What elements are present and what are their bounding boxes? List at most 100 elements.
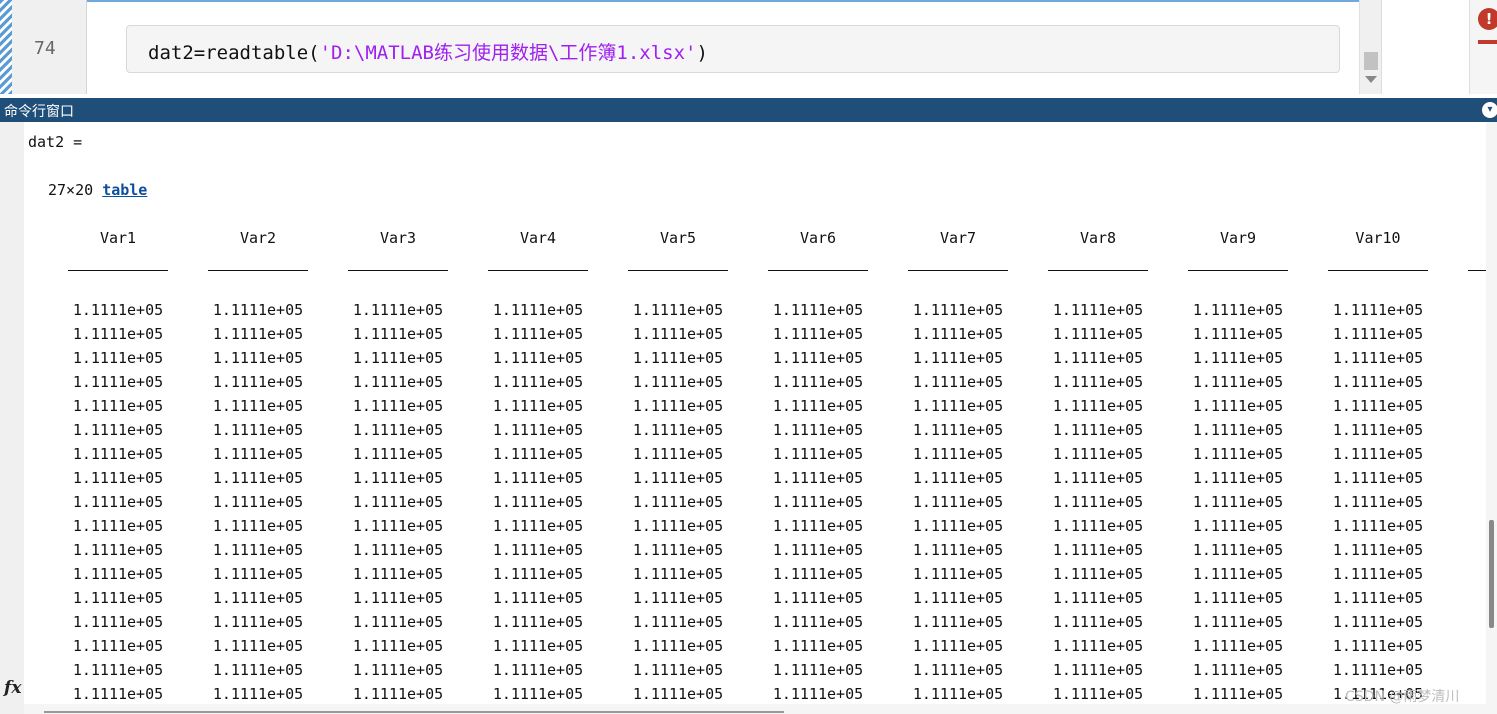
table-cell: 1.1111e+05 (1332, 493, 1424, 511)
editor-vertical-scrollbar[interactable] (1359, 0, 1382, 94)
table-header-row: Var1 Var2 Var3 Var4 Var5 Var6 Var7 Var8 Var9 Var1… (24, 229, 1486, 249)
table-cell: 1.1111e+05 (1052, 349, 1144, 367)
table-cell: 1.1111e+05 (912, 541, 1004, 559)
table-cell: 1.1111e+05 (352, 589, 444, 607)
table-cell: 1.1111e+05 (492, 325, 584, 343)
table-cell: 1.1111e+05 (212, 421, 304, 439)
table-cell: 1.1111e+05 (352, 685, 444, 703)
table-cell: 1.1111e+05 (912, 685, 1004, 703)
table-cell: 1.1111e+05 (492, 685, 584, 703)
column-underline (908, 270, 1008, 271)
error-icon[interactable]: ! (1478, 8, 1497, 30)
table-row: 1.1111e+05 1.1111e+05 1.1111e+05 1.1111e+05… (24, 445, 1486, 465)
table-row: 1.1111e+05 1.1111e+05 1.1111e+05 1.1111e+05… (24, 301, 1486, 321)
table-cell: 1.1111e+05 (352, 349, 444, 367)
table-cell: 1.1111e+05 (1332, 349, 1424, 367)
command-horizontal-scrollbar[interactable] (24, 704, 1486, 714)
command-scroll-thumb[interactable] (1489, 520, 1494, 628)
table-cell: 1.1111e+05 (352, 325, 444, 343)
table-cell: 1.1111e+05 (72, 517, 164, 535)
table-cell: 1.1111e+05 (1192, 613, 1284, 631)
code-suffix: ) (696, 42, 708, 64)
table-class-link[interactable]: table (102, 181, 147, 199)
table-cell: 1.1111e+05 (492, 565, 584, 583)
table-cell: 1.1111e+05 (352, 445, 444, 463)
table-cell: 1.1111e+05 (352, 613, 444, 631)
command-vertical-scrollbar[interactable] (1486, 122, 1497, 714)
table-cell: 1.1111e+05 (912, 421, 1004, 439)
fx-icon[interactable]: fx (4, 678, 21, 698)
column-header: Var5 (659, 229, 697, 247)
command-hscroll-thumb[interactable] (44, 711, 784, 713)
table-cell: 1.1111e+05 (492, 589, 584, 607)
table-cell: 1.1111e+05 (492, 421, 584, 439)
column-header: Var1 (99, 229, 137, 247)
column-underline (208, 270, 308, 271)
table-cell: 1.1111e+05 (912, 397, 1004, 415)
table-cell: 1.1111e+05 (72, 421, 164, 439)
watermark: CSDN @雨梦清川 (1345, 689, 1460, 705)
table-cell: 1.1111e+05 (912, 325, 1004, 343)
table-cell: 1.1111e+05 (772, 421, 864, 439)
table-cell: 1.1111e+05 (1332, 637, 1424, 655)
table-cell: 1.1111e+05 (212, 685, 304, 703)
column-underline (348, 270, 448, 271)
table-cell: 1.1111e+05 (212, 541, 304, 559)
editor-scroll-thumb[interactable] (1364, 52, 1378, 70)
table-cell: 1.1111e+05 (212, 469, 304, 487)
column-header: Var8 (1079, 229, 1117, 247)
table-cell: 1.1111e+05 (212, 349, 304, 367)
table-row: 1.1111e+05 1.1111e+05 1.1111e+05 1.1111e+05… (24, 373, 1486, 393)
table-cell: 1.1111e+05 (1192, 517, 1284, 535)
table-cell: 1.1111e+05 (352, 541, 444, 559)
table-cell: 1.1111e+05 (1192, 541, 1284, 559)
table-cell: 1.1111e+05 (912, 565, 1004, 583)
command-output[interactable]: dat2 = 27×20 table Var1 Var2 Var3 Var4 Var5 V… (24, 122, 1486, 704)
scroll-down-arrow-icon[interactable] (1365, 76, 1377, 83)
column-header: Var10 (1355, 229, 1401, 247)
table-cell: 1.1111e+05 (772, 469, 864, 487)
table-cell: 1.1111e+05 (632, 421, 724, 439)
column-underline (628, 270, 728, 271)
table-cell: 1.1111e+05 (72, 637, 164, 655)
table-cell: 1.1111e+05 (352, 469, 444, 487)
table-row: 1.1111e+05 1.1111e+05 1.1111e+05 1.1111e+05… (24, 469, 1486, 489)
table-cell: 1.1111e+05 (72, 661, 164, 679)
table-row: 1.1111e+05 1.1111e+05 1.1111e+05 1.1111e+05… (24, 685, 1486, 704)
code-line-box[interactable]: dat2=readtable('D:\MATLAB练习使用数据\工作簿1.xls… (126, 25, 1340, 73)
table-cell: 1.1111e+05 (212, 517, 304, 535)
chevron-down-icon[interactable]: ▾ (1482, 102, 1497, 118)
table-cell: 1.1111e+05 (912, 373, 1004, 391)
table-cell: 1.1111e+05 (772, 661, 864, 679)
table-cell: 1.1111e+05 (772, 517, 864, 535)
table-cell: 1.1111e+05 (492, 661, 584, 679)
table-cell: 1.1111e+05 (212, 565, 304, 583)
code-line[interactable]: dat2=readtable('D:\MATLAB练习使用数据\工作簿1.xls… (148, 38, 708, 65)
table-cell: 1.1111e+05 (72, 349, 164, 367)
table-cell: 1.1111e+05 (912, 517, 1004, 535)
table-cell: 1.1111e+05 (1052, 541, 1144, 559)
code-string-literal: 'D:\MATLAB练习使用数据\工作簿1.xlsx' (319, 42, 697, 64)
table-cell: 1.1111e+05 (212, 397, 304, 415)
table-cell: 1.1111e+05 (492, 445, 584, 463)
error-marker[interactable] (1478, 40, 1497, 44)
column-header: Var7 (939, 229, 977, 247)
table-cell: 1.1111e+05 (772, 325, 864, 343)
table-cell: 1.1111e+05 (492, 349, 584, 367)
table-cell: 1.1111e+05 (352, 493, 444, 511)
code-prefix: dat2=readtable( (148, 42, 320, 64)
table-cell: 1.1111e+05 (1192, 661, 1284, 679)
table-cell: 1.1111e+05 (1052, 493, 1144, 511)
table-cell: 1.1111e+05 (912, 445, 1004, 463)
table-cell: 1.1111e+05 (72, 373, 164, 391)
table-cell: 1.1111e+05 (1052, 517, 1144, 535)
table-cell: 1.1111e+05 (492, 637, 584, 655)
table-cell: 1.1111e+05 (352, 421, 444, 439)
code-area[interactable]: dat2=readtable('D:\MATLAB练习使用数据\工作簿1.xls… (87, 0, 1359, 94)
table-row: 1.1111e+05 1.1111e+05 1.1111e+05 1.1111e+05… (24, 541, 1486, 561)
table-cell: 1.1111e+05 (632, 469, 724, 487)
table-cell: 1.1111e+05 (1052, 301, 1144, 319)
table-header-underline-row (24, 270, 1486, 290)
table-cell: 1.1111e+05 (772, 589, 864, 607)
table-cell: 1.1111e+05 (72, 325, 164, 343)
